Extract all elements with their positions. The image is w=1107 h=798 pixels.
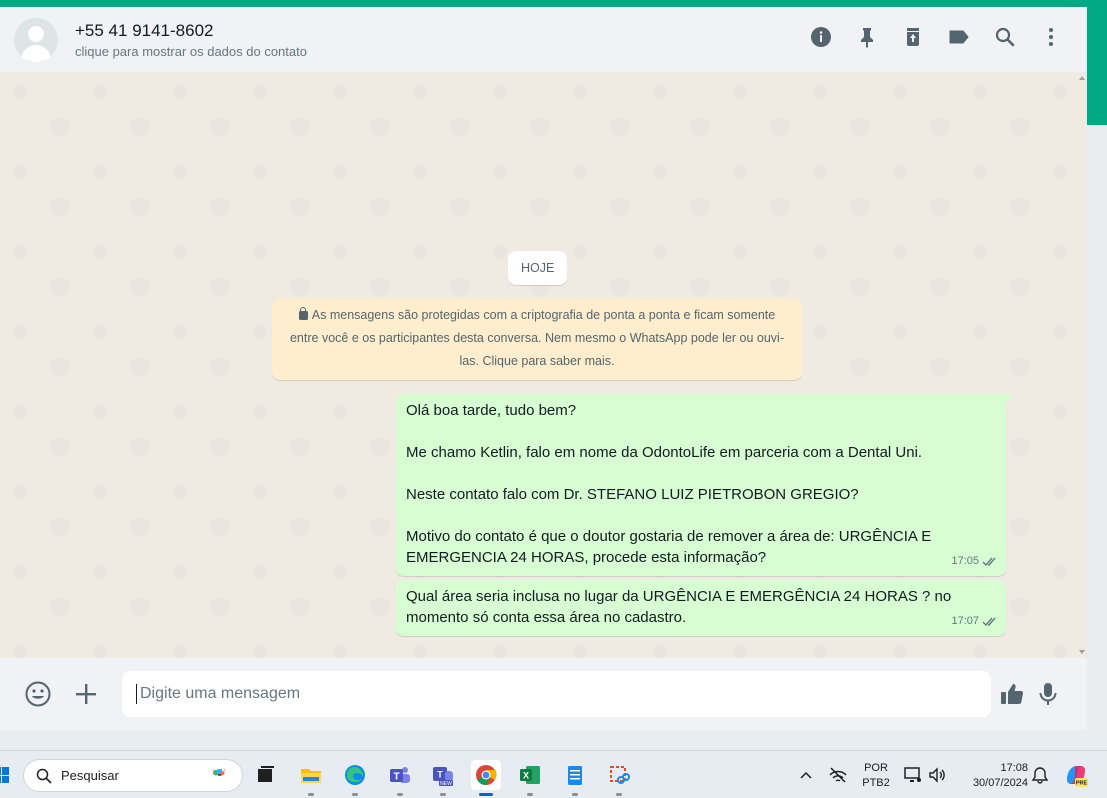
message-line: Motivo do contato é que o doutor gostari… <box>406 528 932 566</box>
message-line <box>406 505 997 526</box>
taskbar-search[interactable]: Pesquisar <box>23 759 243 792</box>
clock-date: 30/07/2024 <box>972 777 1028 789</box>
message-time: 17:05 <box>951 555 979 567</box>
message-meta: 17:07 <box>951 611 998 632</box>
message-line: Me chamo Ketlin, falo em nome da OdontoL… <box>406 444 923 461</box>
teams-icon[interactable]: T <box>385 760 415 796</box>
contact-info[interactable]: +55 41 9141-8602 clique para mostrar os … <box>75 20 307 60</box>
copilot-icon[interactable]: PRE <box>1063 762 1089 788</box>
search-icon <box>36 768 52 784</box>
encryption-notice[interactable]: As mensagens são protegidas com a cripto… <box>272 299 802 380</box>
edge-icon[interactable] <box>340 760 370 796</box>
message-line <box>406 421 997 442</box>
pin-icon[interactable] <box>855 25 879 49</box>
network-disconnected-icon[interactable] <box>828 765 848 785</box>
search-icon[interactable] <box>993 25 1017 49</box>
clock-time: 17:08 <box>1000 762 1028 774</box>
microphone-icon[interactable] <box>1033 679 1063 709</box>
svg-text:X: X <box>523 771 529 781</box>
message-input[interactable]: Digite uma mensagem <box>122 671 991 717</box>
chat-scrollbar[interactable] <box>1079 72 1087 658</box>
keyboard-layout: PTB2 <box>862 777 890 789</box>
language-code: POR <box>864 762 888 774</box>
system-clock[interactable]: 17:08 30/07/2024 <box>958 761 1028 791</box>
delete-icon[interactable] <box>901 25 925 49</box>
window-top-accent <box>0 0 1107 7</box>
snipping-tool-icon[interactable] <box>604 760 634 796</box>
date-chip: HOJE <box>508 251 568 285</box>
menu-icon[interactable] <box>1039 25 1063 49</box>
message-line <box>406 463 997 484</box>
contact-subtitle[interactable]: clique para mostrar os dados do contato <box>75 43 307 60</box>
contact-name[interactable]: +55 41 9141-8602 <box>75 20 307 41</box>
message-line: Neste contato falo com Dr. STEFANO LUIZ … <box>406 486 859 503</box>
attach-plus-icon[interactable] <box>71 679 101 709</box>
composer-bar: Digite uma mensagem <box>0 658 1087 730</box>
svg-text:T: T <box>393 772 399 783</box>
double-check-icon <box>982 557 996 567</box>
text-caret <box>136 684 137 704</box>
notification-bell-icon[interactable] <box>1031 766 1049 784</box>
lock-icon <box>298 307 308 320</box>
message-meta: 17:05 <box>951 551 998 572</box>
svg-text:PRE: PRE <box>1076 781 1088 787</box>
notepad-icon[interactable] <box>560 760 590 796</box>
encryption-notice-text: As mensagens são protegidas com a cripto… <box>289 308 784 368</box>
whatsapp-chat-window: +55 41 9141-8602 clique para mostrar os … <box>0 7 1087 730</box>
message-input-placeholder: Digite uma mensagem <box>140 685 301 702</box>
taskbar-search-label: Pesquisar <box>61 768 119 783</box>
chrome-icon[interactable] <box>471 760 501 796</box>
show-hidden-icons-icon[interactable] <box>797 765 815 785</box>
scroll-up-arrow-icon[interactable] <box>1079 76 1085 80</box>
input-language-indicator[interactable]: POR PTB2 <box>858 761 894 791</box>
info-icon[interactable] <box>809 25 833 49</box>
thumbs-up-icon[interactable] <box>997 679 1027 709</box>
header-actions <box>787 25 1063 49</box>
double-check-icon <box>982 617 996 627</box>
excel-icon[interactable]: X <box>515 760 545 796</box>
outgoing-message[interactable]: Qual área seria inclusa no lugar da URGÊ… <box>396 580 1006 636</box>
volume-icon[interactable] <box>927 765 947 785</box>
svg-text:NEW: NEW <box>440 781 452 787</box>
message-list[interactable]: HOJE As mensagens são protegidas com a c… <box>0 72 1087 658</box>
outgoing-message[interactable]: Olá boa tarde, tudo bem? Me chamo Ketlin… <box>396 394 1014 576</box>
message-line: Olá boa tarde, tudo bem? <box>406 402 577 419</box>
message-time: 17:07 <box>951 615 979 627</box>
task-view-icon[interactable] <box>250 760 280 790</box>
emoji-icon[interactable] <box>23 679 53 709</box>
teams-new-icon[interactable]: T NEW <box>428 760 458 796</box>
start-button-icon[interactable] <box>0 767 9 783</box>
contact-avatar[interactable] <box>14 17 58 62</box>
label-icon[interactable] <box>947 25 971 49</box>
message-line: Qual área seria inclusa no lugar da URGÊ… <box>406 588 952 626</box>
file-explorer-icon[interactable] <box>296 760 326 796</box>
scroll-down-arrow-icon[interactable] <box>1079 650 1085 654</box>
window-right-accent <box>1087 7 1107 125</box>
chat-header[interactable]: +55 41 9141-8602 clique para mostrar os … <box>0 7 1087 72</box>
svg-text:T: T <box>437 770 443 780</box>
search-highlight-art-icon <box>212 768 226 776</box>
windows-taskbar: Pesquisar T T NEW X POR PTB2 17:08 30/07… <box>0 750 1107 798</box>
display-icon[interactable] <box>903 765 923 785</box>
